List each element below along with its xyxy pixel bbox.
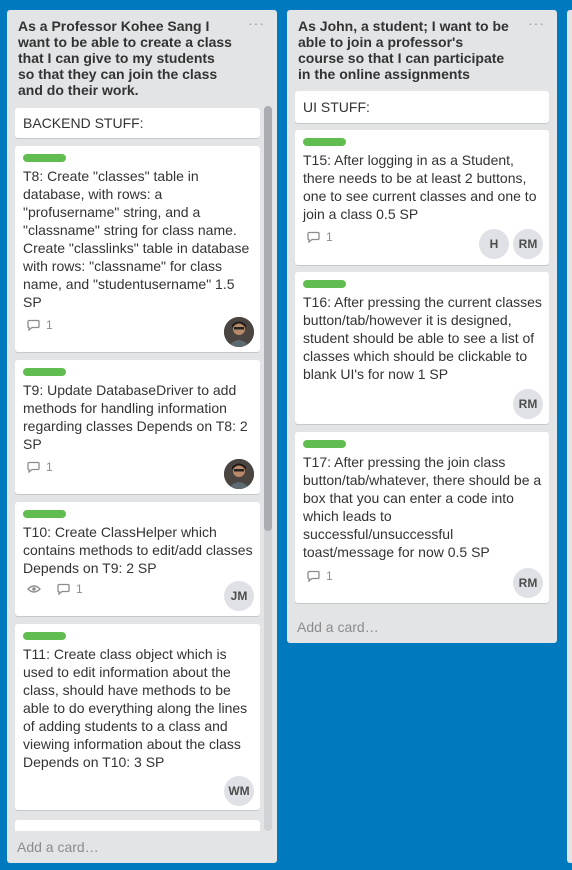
list-menu-icon[interactable]: ··· <box>248 16 265 30</box>
card-title: T11: Create class object which is used t… <box>23 646 248 770</box>
card-title: T15: After logging in as a Student, ther… <box>303 152 537 222</box>
card-t16[interactable]: T16: After pressing the current classes … <box>295 272 549 424</box>
list-title-line: that I can give to my students <box>18 50 215 66</box>
card-t10[interactable]: T10: Create ClassHelper which contains m… <box>15 502 260 616</box>
list-title-line: and do their work. <box>18 82 139 98</box>
label-green[interactable] <box>23 368 66 376</box>
card-t11[interactable]: T11: Create class object which is used t… <box>15 624 260 810</box>
comments-badge: 1 <box>27 318 53 332</box>
member-avatar[interactable]: JM <box>224 581 254 611</box>
member-avatar[interactable] <box>224 317 254 347</box>
member-avatar[interactable]: RM <box>513 229 543 259</box>
label-green[interactable] <box>303 138 346 146</box>
add-card-link[interactable]: Add a card… <box>17 838 99 856</box>
member-avatar[interactable] <box>224 459 254 489</box>
list-professor-story: As a Professor Kohee Sang I want to be a… <box>7 10 277 863</box>
list-partial <box>567 10 572 863</box>
card-title: T17: After pressing the join class butto… <box>303 454 542 560</box>
card-title: T9: Update DatabaseDriver to add methods… <box>23 382 248 452</box>
card-t9[interactable]: T9: Update DatabaseDriver to add methods… <box>15 360 260 494</box>
list-title-line: in the online assignments <box>298 66 470 82</box>
comment-count: 1 <box>326 569 333 583</box>
member-photo-icon <box>224 317 254 347</box>
label-green[interactable] <box>303 280 346 288</box>
comment-count: 1 <box>76 582 83 596</box>
comment-count: 1 <box>46 460 53 474</box>
member-avatar[interactable]: WM <box>224 776 254 806</box>
scrollbar-thumb[interactable] <box>264 106 272 531</box>
list-title-line: As John, a student; I want to be <box>298 18 509 34</box>
member-avatar[interactable]: RM <box>513 568 543 598</box>
comments-badge: 1 <box>307 230 333 244</box>
comment-icon <box>307 570 320 582</box>
list-title[interactable]: As John, a student; I want to be able to… <box>298 18 526 82</box>
label-green[interactable] <box>23 632 66 640</box>
comment-icon <box>57 583 70 595</box>
list-title[interactable]: As a Professor Kohee Sang I want to be a… <box>18 18 246 98</box>
card-t8[interactable]: T8: Create "classes" table in database, … <box>15 146 260 352</box>
eye-icon <box>27 585 41 593</box>
label-green[interactable] <box>303 440 346 448</box>
comments-badge: 1 <box>27 460 53 474</box>
add-card-link[interactable]: Add a card… <box>297 618 379 636</box>
list-menu-icon[interactable]: ··· <box>528 16 545 30</box>
label-green[interactable] <box>23 510 66 518</box>
member-avatar[interactable]: RM <box>513 389 543 419</box>
member-photo-icon <box>224 459 254 489</box>
card-title: UI STUFF: <box>303 99 370 115</box>
card-title: T8: Create "classes" table in database, … <box>23 168 250 310</box>
label-green[interactable] <box>23 154 66 162</box>
card-title: BACKEND STUFF: <box>23 115 144 131</box>
card-title: T10: Create ClassHelper which contains m… <box>23 524 253 576</box>
comment-icon <box>307 231 320 243</box>
card-t17[interactable]: T17: After pressing the join class butto… <box>295 432 549 603</box>
card-t15[interactable]: T15: After logging in as a Student, ther… <box>295 130 549 265</box>
card-partial[interactable] <box>15 820 260 831</box>
badges: 1 <box>27 582 83 596</box>
card-ui-stuff[interactable]: UI STUFF: <box>295 91 549 123</box>
card-backend-stuff[interactable]: BACKEND STUFF: <box>15 108 260 138</box>
comment-icon <box>27 319 40 331</box>
card-container: BACKEND STUFF: T8: Create "classes" tabl… <box>15 106 260 831</box>
comment-icon <box>27 461 40 473</box>
comment-count: 1 <box>326 230 333 244</box>
scrollbar[interactable] <box>264 106 272 831</box>
card-title: T16: After pressing the current classes … <box>303 294 542 382</box>
comment-count: 1 <box>46 318 53 332</box>
list-title-line: As a Professor Kohee Sang I <box>18 18 210 34</box>
list-student-story: As John, a student; I want to be able to… <box>287 10 557 643</box>
list-title-line: want to be able to create a class <box>18 34 232 50</box>
list-title-line: able to join a professor's <box>298 34 464 50</box>
list-title-line: so that they can join the class <box>18 66 218 82</box>
comments-badge: 1 <box>307 569 333 583</box>
member-avatar[interactable]: H <box>479 229 509 259</box>
list-title-line: course so that I can participate <box>298 50 505 66</box>
